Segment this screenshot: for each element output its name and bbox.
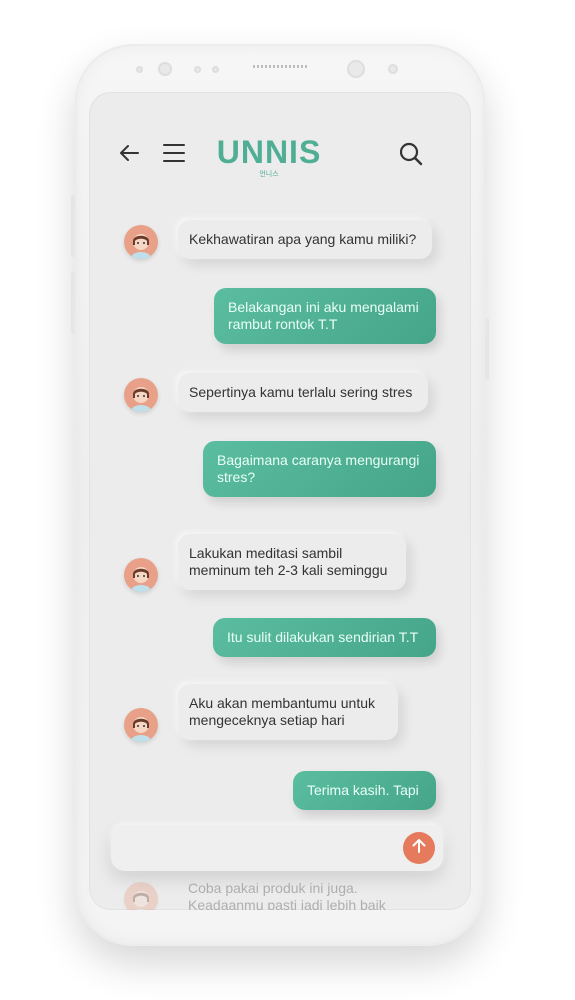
chat-message-bot: Aku akan membantumu untuk mengeceknya se… bbox=[178, 684, 398, 740]
message-text: Lakukan meditasi sambil meminum teh 2-3 … bbox=[189, 545, 388, 578]
message-text: Belakangan ini aku mengalami rambut ront… bbox=[228, 299, 419, 332]
chat-message-user: Itu sulit dilakukan sendirian T.T bbox=[213, 618, 436, 657]
avatar bbox=[124, 708, 158, 742]
message-text: Itu sulit dilakukan sendirian T.T bbox=[227, 629, 419, 645]
chat-message-user: Belakangan ini aku mengalami rambut ront… bbox=[214, 288, 436, 344]
hamburger-menu-icon[interactable] bbox=[162, 142, 186, 164]
message-text: Kekhawatiran apa yang kamu miliki? bbox=[189, 231, 417, 247]
message-text: Sepertinya kamu terlalu sering stres bbox=[189, 384, 413, 400]
message-text: Terima kasih. Tapi bbox=[307, 782, 419, 798]
message-text: Coba pakai produk ini juga. Keadaanmu pa… bbox=[188, 880, 386, 910]
app-screen: UNNIS 언니스 Kekhawatiran apa yang kamu mil… bbox=[89, 92, 471, 910]
send-button[interactable] bbox=[403, 832, 435, 864]
chat-message-bot: Sepertinya kamu terlalu sering stres bbox=[178, 373, 428, 412]
avatar bbox=[124, 225, 158, 259]
avatar bbox=[124, 882, 158, 910]
arrow-left-icon[interactable] bbox=[117, 141, 141, 165]
iris-scanner bbox=[347, 60, 365, 78]
message-input-bar[interactable] bbox=[111, 825, 443, 871]
arrow-up-icon bbox=[410, 837, 428, 860]
logo-subtitle: 언니스 bbox=[259, 171, 279, 178]
sensor-dot bbox=[194, 66, 201, 73]
chat-message-bot: Coba pakai produk ini juga. Keadaanmu pa… bbox=[188, 880, 408, 910]
earpiece-speaker bbox=[253, 65, 307, 68]
sensor-dot bbox=[388, 64, 398, 74]
phone-volume-button bbox=[71, 195, 75, 257]
chat-message-bot: Lakukan meditasi sambil meminum teh 2-3 … bbox=[178, 534, 406, 590]
chat-message-user: Terima kasih. Tapi bbox=[293, 771, 436, 810]
search-icon[interactable] bbox=[398, 141, 424, 167]
chat-message-bot: Kekhawatiran apa yang kamu miliki? bbox=[178, 220, 432, 259]
message-text: Aku akan membantumu untuk mengeceknya se… bbox=[189, 695, 375, 728]
front-camera bbox=[158, 62, 172, 76]
app-header: UNNIS 언니스 bbox=[89, 92, 471, 202]
avatar bbox=[124, 378, 158, 412]
avatar bbox=[124, 558, 158, 592]
phone-power-button bbox=[485, 318, 489, 380]
phone-volume-button bbox=[71, 272, 75, 334]
app-logo: UNNIS 언니스 bbox=[209, 134, 329, 179]
chat-message-user: Bagaimana caranya mengurangi stres? bbox=[203, 441, 436, 497]
logo-text: UNNIS bbox=[216, 134, 322, 170]
message-text: Bagaimana caranya mengurangi stres? bbox=[217, 452, 420, 485]
sensor-dot bbox=[212, 66, 219, 73]
sensor-dot bbox=[136, 66, 143, 73]
